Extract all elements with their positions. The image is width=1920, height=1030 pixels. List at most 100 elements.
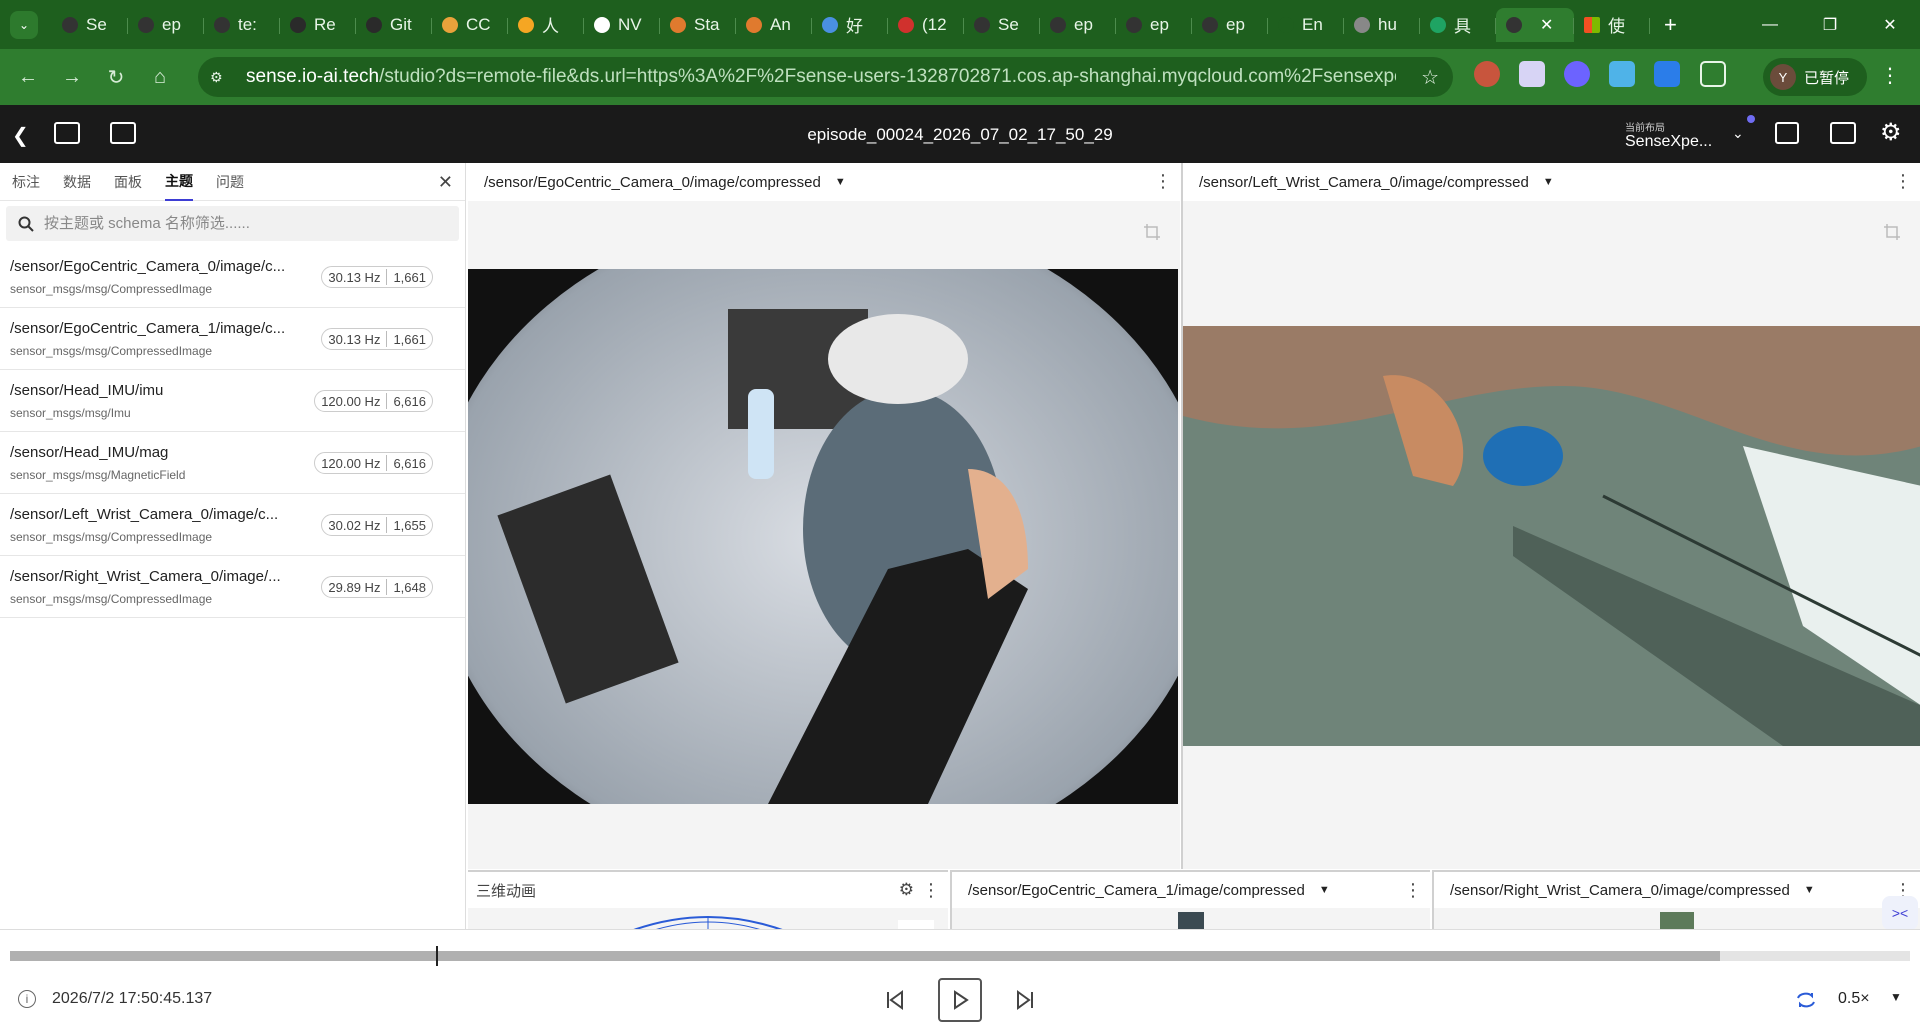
browser-tab[interactable]: En	[1268, 8, 1344, 42]
left-sidebar-icon[interactable]	[1775, 122, 1799, 144]
browser-tab[interactable]: Se	[964, 8, 1040, 42]
settings-gear-icon[interactable]: ⚙	[1880, 118, 1902, 147]
tab-active[interactable]: ✕	[1496, 7, 1574, 42]
playback-bar: i 2026/7/2 17:50:45.137 0.5× ▼	[0, 929, 1920, 1030]
tab-favicon	[594, 16, 610, 33]
topic-name: /sensor/Head_IMU/mag	[10, 444, 169, 461]
ego0-panel: /sensor/EgoCentric_Camera_0/image/compre…	[468, 163, 1180, 869]
browser-tab[interactable]: 人	[508, 8, 584, 42]
step-forward-icon[interactable]	[1003, 978, 1047, 1022]
browser-tab[interactable]: ep	[1116, 8, 1192, 42]
url-text[interactable]: sense.io-ai.tech/studio?ds=remote-file&d…	[246, 66, 1396, 88]
topic-filter[interactable]	[6, 206, 459, 241]
panel-menu-icon[interactable]: ⋮	[1894, 171, 1912, 192]
browser-menu-icon[interactable]: ⋮	[1880, 63, 1900, 88]
settings-gear-icon[interactable]: ⚙	[899, 880, 914, 900]
browser-tab[interactable]: Re	[280, 8, 356, 42]
reload-icon[interactable]: ↻	[94, 55, 138, 99]
crop-icon[interactable]	[1883, 223, 1901, 241]
browser-tab[interactable]: 具	[1420, 8, 1496, 42]
chevron-down-icon[interactable]: ▼	[1543, 176, 1554, 188]
panel-topic-title[interactable]: /sensor/EgoCentric_Camera_1/image/compre…	[968, 882, 1305, 899]
browser-tab[interactable]: ep	[1040, 8, 1116, 42]
topic-row[interactable]: /sensor/Left_Wrist_Camera_0/image/c... se…	[0, 494, 465, 556]
close-window-icon[interactable]: ✕	[1860, 0, 1920, 49]
panel-topic-title[interactable]: /sensor/Left_Wrist_Camera_0/image/compre…	[1199, 174, 1529, 191]
sidebar-tab[interactable]: 主题	[165, 163, 193, 201]
browser-tab[interactable]: Git	[356, 8, 432, 42]
home-icon[interactable]: ⌂	[138, 55, 182, 99]
loop-icon[interactable]	[1794, 988, 1818, 1012]
ego0-camera-image	[468, 269, 1178, 804]
sidebar-tab[interactable]: 问题	[216, 163, 244, 201]
tab-search-button[interactable]: ⌄	[10, 10, 38, 39]
puzzle-icon[interactable]	[1700, 61, 1726, 87]
forward-icon[interactable]: →	[50, 55, 94, 99]
panel-menu-icon[interactable]: ⋮	[922, 880, 940, 901]
panel-topic-title[interactable]: /sensor/EgoCentric_Camera_0/image/compre…	[484, 174, 821, 191]
site-info-icon[interactable]: ⚙	[210, 69, 234, 86]
topics-sidebar: 标注数据面板主题问题 ✕ /sensor/EgoCentric_Camera_0/…	[0, 163, 466, 929]
layout-selector[interactable]: SenseXpe...	[1625, 133, 1712, 151]
tab-favicon	[670, 16, 686, 33]
topic-row[interactable]: /sensor/Right_Wrist_Camera_0/image/... se…	[0, 556, 465, 618]
tab-label: Git	[390, 14, 412, 34]
topic-stats: 30.13 Hz 1,661	[321, 266, 433, 288]
new-tab-button[interactable]: +	[1664, 12, 1677, 38]
browser-tab[interactable]: 好	[812, 8, 888, 42]
address-bar[interactable]: ⚙ sense.io-ai.tech/studio?ds=remote-file…	[198, 57, 1453, 97]
sidebar-tab[interactable]: 数据	[63, 163, 91, 201]
panel-menu-icon[interactable]: ⋮	[1404, 880, 1422, 901]
browser-tab[interactable]: NV	[584, 8, 660, 42]
step-back-icon[interactable]	[873, 978, 917, 1022]
close-icon[interactable]: ✕	[438, 172, 453, 193]
panel-menu-icon[interactable]: ⋮	[1154, 171, 1172, 192]
extension-icon[interactable]	[1519, 61, 1545, 87]
topic-row[interactable]: /sensor/Head_IMU/mag sensor_msgs/msg/Magn…	[0, 432, 465, 494]
browser-tab[interactable]: ep	[128, 8, 204, 42]
alarm-extension-icon[interactable]	[1564, 61, 1590, 87]
chevron-down-icon[interactable]: ▼	[1890, 990, 1902, 1004]
extension-icon[interactable]	[1474, 61, 1500, 87]
crop-icon[interactable]	[1143, 223, 1161, 241]
chevron-down-icon[interactable]: ▼	[835, 176, 846, 188]
browser-tab[interactable]: te:	[204, 8, 280, 42]
browser-tab[interactable]: Sta	[660, 8, 736, 42]
right-sidebar-icon[interactable]	[1830, 122, 1856, 144]
playback-speed[interactable]: 0.5×	[1838, 990, 1870, 1008]
back-icon[interactable]: ←	[6, 55, 50, 99]
filter-input[interactable]	[44, 215, 444, 232]
bookmark-star-icon[interactable]: ☆	[1421, 65, 1439, 90]
play-button[interactable]	[938, 978, 982, 1022]
topic-schema: sensor_msgs/msg/CompressedImage	[10, 344, 213, 358]
panel-topic-title[interactable]: /sensor/Right_Wrist_Camera_0/image/compr…	[1450, 882, 1790, 899]
browser-tab[interactable]: CC	[432, 8, 508, 42]
extension-icon[interactable]	[1609, 61, 1635, 87]
chevron-down-icon[interactable]: ⌄	[1732, 125, 1744, 142]
felo-extension-icon[interactable]	[1654, 61, 1680, 87]
sidebar-tab[interactable]: 面板	[114, 163, 142, 201]
browser-tab[interactable]: Se	[52, 8, 128, 42]
profile-button[interactable]: Y 已暂停	[1763, 58, 1867, 96]
expand-icon[interactable]: ><	[1882, 896, 1918, 930]
chevron-down-icon[interactable]: ▼	[1319, 884, 1330, 896]
topic-stats: 120.00 Hz 6,616	[314, 390, 433, 412]
chevron-down-icon[interactable]: ▼	[1804, 884, 1815, 896]
sidebar-tab[interactable]: 标注	[12, 163, 40, 201]
playhead[interactable]	[435, 946, 438, 966]
topic-row[interactable]: /sensor/Head_IMU/imu sensor_msgs/msg/Imu 1…	[0, 370, 465, 432]
browser-tab[interactable]: ep	[1192, 8, 1268, 42]
topic-row[interactable]: /sensor/EgoCentric_Camera_1/image/c... se…	[0, 308, 465, 370]
info-icon[interactable]: i	[18, 990, 36, 1008]
tab-favicon	[214, 16, 230, 33]
tab-favicon	[1430, 16, 1446, 33]
tab-close-icon[interactable]: ✕	[1540, 15, 1553, 35]
browser-tab[interactable]: hu	[1344, 8, 1420, 42]
timeline-track[interactable]	[10, 951, 1910, 961]
minimize-icon[interactable]: —	[1740, 0, 1800, 49]
tab-last[interactable]: 使	[1574, 8, 1650, 42]
restore-icon[interactable]: ❐	[1800, 0, 1860, 49]
browser-tab[interactable]: An	[736, 8, 812, 42]
browser-tab[interactable]: (12	[888, 8, 964, 42]
topic-row[interactable]: /sensor/EgoCentric_Camera_0/image/c... se…	[0, 246, 465, 308]
